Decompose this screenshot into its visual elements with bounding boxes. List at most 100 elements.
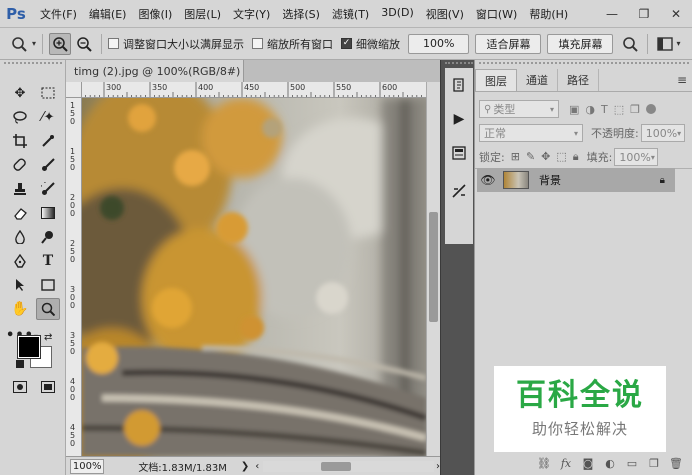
actions-panel-icon[interactable]: ▶ [445,108,473,130]
checkmark-icon[interactable]: ✓ [341,38,353,49]
tab-channels[interactable]: 通道 [517,69,558,91]
layer-style-icon[interactable]: fx [555,457,577,470]
pen-tool-icon[interactable] [8,250,32,272]
menu-item[interactable]: 编辑(E) [83,6,133,22]
filter-kind-dropdown[interactable]: ⚲ 类型 ▾ [479,100,559,118]
menu-item[interactable]: 文字(Y) [227,6,276,22]
adjustment-layer-icon[interactable]: ◐ [599,457,621,470]
scrollbar-thumb[interactable] [320,461,351,471]
properties-panel-icon[interactable] [445,142,473,164]
adjustments-panel-icon[interactable] [445,180,473,202]
tab-layers[interactable]: 图层 [475,69,517,91]
ruler-origin[interactable] [66,82,82,98]
filter-toggle-icon[interactable] [646,104,657,114]
shape-filter-icon[interactable]: ⬚ [614,103,624,116]
history-panel-icon[interactable] [445,74,473,96]
menu-item[interactable]: 文件(F) [34,6,83,22]
default-colors-icon[interactable] [16,360,24,368]
move-tool-icon[interactable]: ✥ [8,82,32,104]
marquee-tool-icon[interactable] [36,82,60,104]
zoom-level-field[interactable]: 100% [70,458,105,474]
adjustment-filter-icon[interactable]: ◑ [585,103,595,116]
menu-item[interactable]: 选择(S) [276,6,326,22]
foreground-color-swatch[interactable] [17,335,41,359]
zoom-tool-preset-icon[interactable] [8,33,30,55]
link-layers-icon[interactable]: ⛓ [533,457,555,470]
opacity-field[interactable]: 100% ▾ [640,124,685,142]
chevron-down-icon[interactable]: ▾ [32,39,36,48]
search-icon[interactable] [619,33,641,55]
horizontal-scrollbar[interactable] [262,460,434,472]
lock-artboard-icon[interactable]: ⬚ [556,150,566,164]
scrubby-zoom-checkbox[interactable]: ✓ 细微缩放 [341,36,400,52]
menu-item[interactable]: 图层(L) [178,6,227,22]
layer-row[interactable]: 👁︎ 背景 🔒︎ [477,168,675,192]
lock-image-icon[interactable]: ✎ [526,150,535,164]
zoom-in-icon[interactable] [49,32,72,55]
smart-object-filter-icon[interactable]: ❐ [630,103,640,116]
zoom-tool-icon[interactable] [36,298,60,320]
scrollbar-thumb[interactable] [429,212,438,322]
document-tab[interactable]: timg (2).jpg @ 100%(RGB/8#) * × [66,60,267,82]
fill-screen-button[interactable]: 填充屏幕 [547,33,614,54]
type-filter-icon[interactable]: T [601,103,608,116]
lasso-tool-icon[interactable] [8,106,32,128]
clone-stamp-tool-icon[interactable] [8,178,32,200]
brush-tool-icon[interactable] [36,154,60,176]
fit-screen-button[interactable]: 适合屏幕 [475,33,542,54]
checkbox-icon[interactable] [252,38,264,49]
blend-mode-dropdown[interactable]: 正常 ▾ [479,124,583,142]
crop-tool-icon[interactable] [8,130,32,152]
new-group-icon[interactable]: ▭ [621,457,643,470]
resize-windows-checkbox[interactable]: 调整窗口大小以满屏显示 [108,36,244,52]
new-layer-icon[interactable]: ❐ [643,457,665,470]
menu-item[interactable]: 3D(D) [375,6,420,22]
restore-button[interactable]: ❐ [628,0,660,28]
actual-pixels-button[interactable]: 100% [408,33,470,54]
layer-mask-icon[interactable]: ◙ [577,457,599,470]
swap-colors-icon[interactable]: ⇄ [44,332,52,343]
history-brush-tool-icon[interactable] [36,178,60,200]
gradient-tool-icon[interactable] [36,202,60,224]
tab-paths[interactable]: 路径 [558,69,599,91]
lock-position-icon[interactable]: ✥ [541,150,550,164]
menu-item[interactable]: 帮助(H) [523,6,574,22]
zoom-out-icon[interactable] [73,33,95,55]
visibility-eye-icon[interactable]: 👁︎ [477,173,499,187]
type-tool-icon[interactable]: T [36,250,60,272]
eraser-tool-icon[interactable] [8,202,32,224]
rectangle-tool-icon[interactable] [36,274,60,296]
dodge-tool-icon[interactable] [36,226,60,248]
layer-name[interactable]: 背景 [539,172,561,188]
chevron-down-icon[interactable]: ▾ [676,39,680,48]
healing-brush-tool-icon[interactable] [8,154,32,176]
fill-field[interactable]: 100% ▾ [614,148,659,166]
vertical-ruler[interactable]: 150150200250300350400450 [66,98,82,456]
horizontal-ruler[interactable]: 300350400450500550600650 [82,82,426,98]
menu-item[interactable]: 图像(I) [132,6,178,22]
lock-all-icon[interactable]: 🔒︎ [573,150,579,164]
vertical-scrollbar[interactable] [426,82,440,456]
close-button[interactable]: ✕ [660,0,692,28]
image-canvas[interactable] [82,98,426,456]
pixel-filter-icon[interactable]: ▣ [569,103,579,116]
checkbox-icon[interactable] [108,38,120,49]
lock-transparent-icon[interactable]: ⊞ [511,150,520,164]
panel-menu-icon[interactable]: ≡ [671,69,692,91]
path-selection-tool-icon[interactable] [8,274,32,296]
menu-item[interactable]: 窗口(W) [470,6,523,22]
trash-icon[interactable]: 🗑︎ [665,457,687,470]
menu-item[interactable]: 视图(V) [420,6,470,22]
minimize-button[interactable]: — [596,0,628,28]
screen-mode-icon[interactable] [36,376,60,398]
document-size-info[interactable]: 文档:1.83M/1.83M [138,459,227,474]
magic-wand-tool-icon[interactable]: ⁄✦ [36,106,60,128]
hscroll-left-icon[interactable]: ‹ [255,461,261,472]
blur-tool-icon[interactable] [8,226,32,248]
workspace-icon[interactable] [654,33,676,55]
menu-item[interactable]: 滤镜(T) [326,6,375,22]
zoom-all-windows-checkbox[interactable]: 缩放所有窗口 [252,36,333,52]
hand-tool-icon[interactable]: ✋ [8,298,32,320]
quick-mask-icon[interactable] [8,376,32,398]
status-menu-arrow-icon[interactable]: ❯ [241,461,249,472]
